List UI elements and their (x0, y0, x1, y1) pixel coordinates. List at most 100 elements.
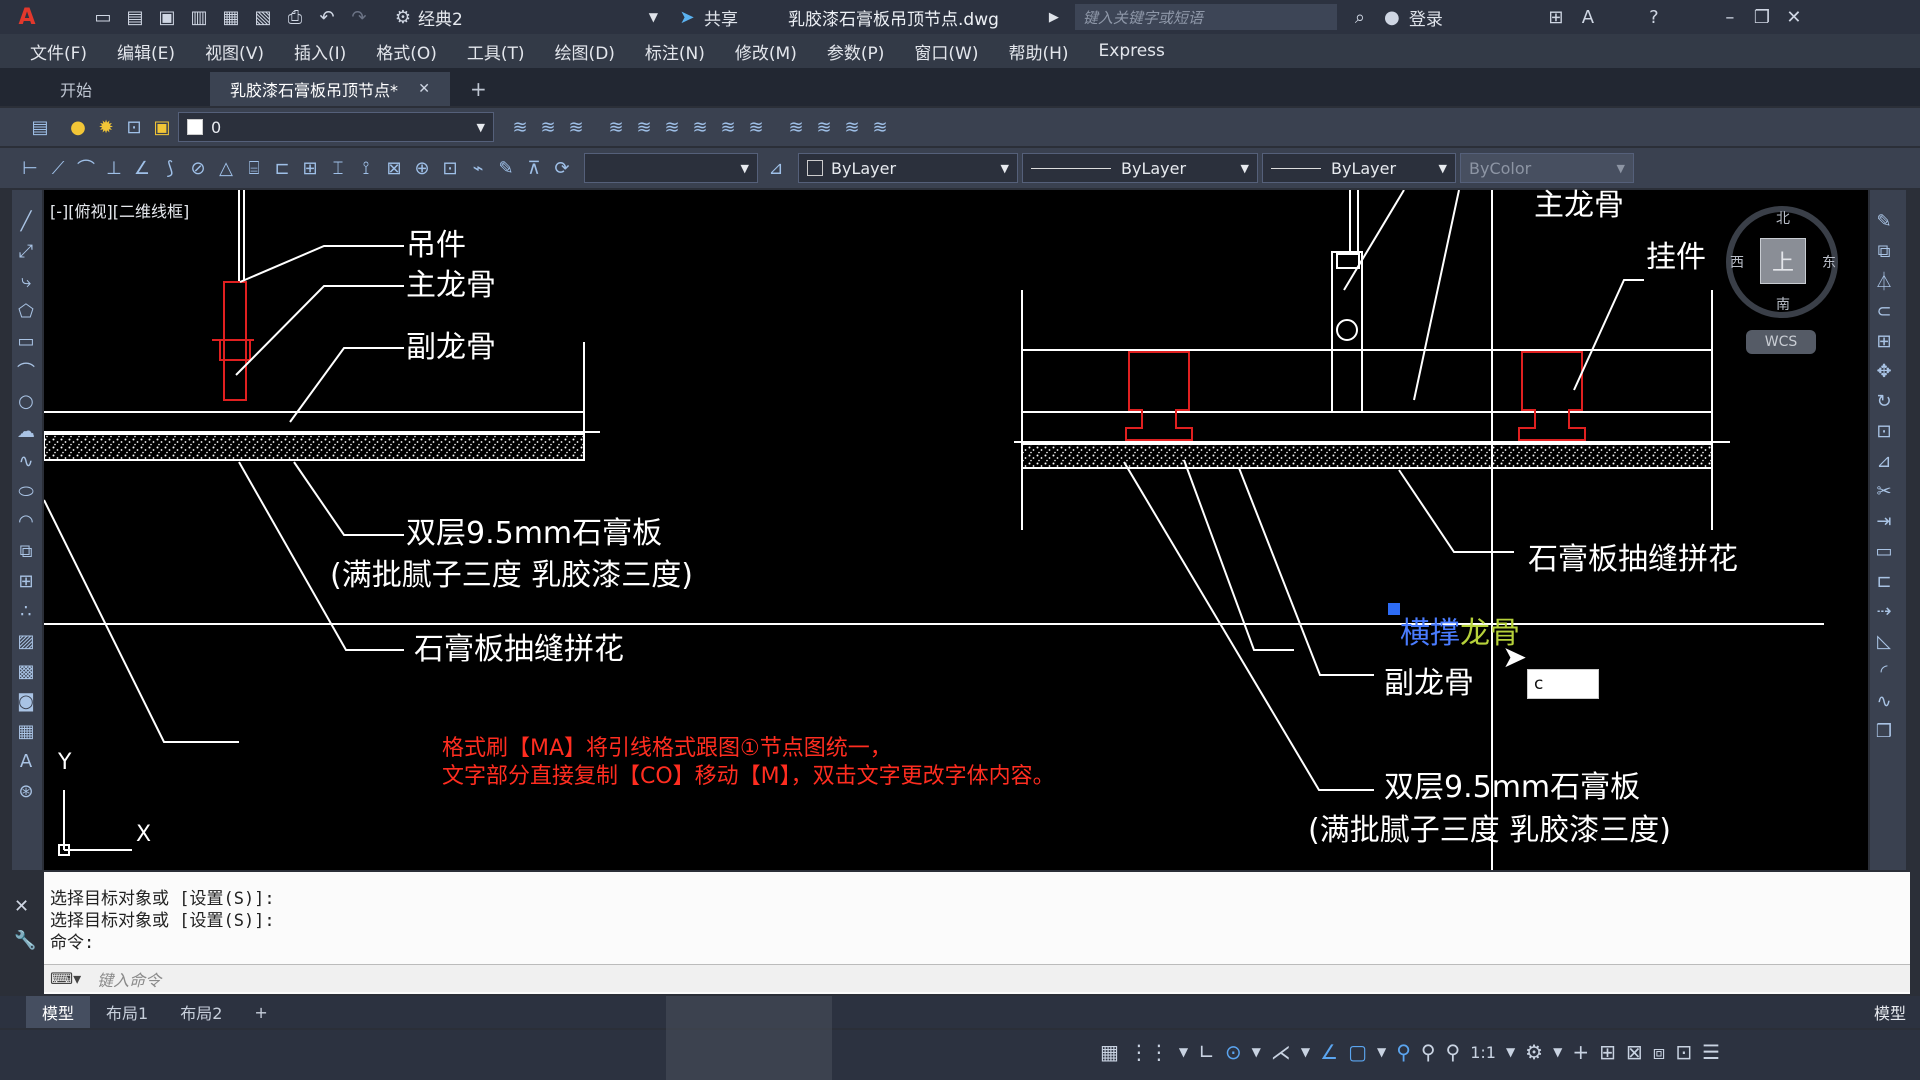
space-icon[interactable]: ⌶ (324, 154, 352, 182)
label-board-right[interactable]: 双层9.5mm石膏板 (1384, 762, 1640, 806)
menu-edit[interactable]: 编辑(E) (117, 39, 175, 64)
command-close-icon[interactable]: ✕ (14, 896, 29, 917)
scale-label[interactable]: 1:1 (1470, 1043, 1496, 1062)
autodesk-a-icon[interactable]: A (1575, 4, 1601, 30)
polyline-icon[interactable]: ⤷ (12, 266, 40, 296)
layer-match-icon[interactable]: ≋ (534, 113, 562, 141)
clean-screen-icon[interactable]: ⧈ (1653, 1040, 1666, 1064)
layer-dropdown[interactable]: 0 ▼ (178, 112, 494, 142)
add-layout-button[interactable]: + (238, 1003, 283, 1022)
lightbulb-icon[interactable]: ● (64, 113, 92, 141)
snap-icon[interactable]: ⋮⋮ (1129, 1040, 1169, 1064)
extend-icon[interactable]: ⇥ (1870, 506, 1898, 536)
minimize-icon[interactable]: – (1717, 4, 1743, 30)
hatch-icon[interactable]: ▨ (12, 626, 40, 656)
dim-style-dropdown[interactable]: ▼ (584, 153, 758, 183)
gear-icon[interactable]: ⚙ (390, 4, 416, 30)
menu-express[interactable]: Express (1099, 41, 1165, 61)
layer-unisolate-icon[interactable]: ≋ (630, 113, 658, 141)
label-main-keel-right[interactable]: 主龙骨 (1534, 180, 1624, 224)
insert-block-icon[interactable]: ⧉ (12, 536, 40, 566)
linetype-dropdown[interactable]: ByLayer ▼ (1022, 153, 1258, 183)
new-tab-button[interactable]: + (450, 72, 507, 106)
gradient-icon[interactable]: ▩ (12, 656, 40, 686)
dim-style-icon[interactable]: ⊿ (762, 154, 790, 182)
isodraft-icon[interactable]: ⋌ (1271, 1040, 1291, 1064)
menu-tools[interactable]: 工具(T) (467, 39, 525, 64)
polar-icon[interactable]: ⊙ (1225, 1040, 1242, 1064)
menu-modify[interactable]: 修改(M) (735, 39, 797, 64)
aligned-dim-icon[interactable]: ⟋ (44, 154, 72, 182)
layer-properties-icon[interactable]: ▤ (26, 113, 54, 141)
stretch-icon[interactable]: ⊿ (1870, 446, 1898, 476)
arc-icon[interactable]: ⌒ (12, 356, 40, 386)
layer-freeze2-icon[interactable]: ≋ (686, 113, 714, 141)
construction-line-icon[interactable]: ⤢ (12, 236, 40, 266)
fullscreen-icon[interactable]: ⊡ (1675, 1040, 1692, 1064)
continue-icon[interactable]: ⊞ (296, 154, 324, 182)
compass-east[interactable]: 东 (1822, 252, 1836, 272)
revision-cloud-icon[interactable]: ☁ (12, 416, 40, 446)
mirror-icon[interactable]: ⏃ (1870, 266, 1898, 296)
command-input[interactable]: ⌨▾ 键入命令 (44, 964, 1910, 992)
menu-file[interactable]: 文件(F) (30, 39, 87, 64)
model-space-label[interactable]: 模型 (1874, 1000, 1906, 1024)
dim-update-icon[interactable]: ⟳ (548, 154, 576, 182)
cart-icon[interactable]: ⊞ (1543, 4, 1569, 30)
offset-icon[interactable]: ⊂ (1870, 296, 1898, 326)
menu-parameter[interactable]: 参数(P) (827, 39, 885, 64)
ellipse-icon[interactable]: ⬭ (12, 476, 40, 506)
hardware-accel-icon[interactable]: ⊠ (1626, 1040, 1643, 1064)
color-dropdown[interactable]: ByLayer ▼ (798, 153, 1018, 183)
layer-walk-icon[interactable]: ≋ (782, 113, 810, 141)
tab-model[interactable]: 模型 (26, 996, 91, 1028)
lineweight-dropdown[interactable]: ByLayer ▼ (1262, 153, 1456, 183)
center-mark-icon[interactable]: ⊕ (408, 154, 436, 182)
chevron-down-icon[interactable]: ▼ (1252, 1045, 1261, 1059)
label-joint-right[interactable]: 石膏板抽缝拼花 (1528, 534, 1738, 578)
workspace-gear-icon[interactable]: ⚙ (1525, 1040, 1543, 1064)
help-icon[interactable]: ? (1641, 4, 1667, 30)
drawing-canvas[interactable]: [-][俯视][二维线框] 吊件 主龙骨 副龙骨 双层9.5mm石膏板 (满批腻… (44, 188, 1868, 870)
chevron-down-icon[interactable]: ▼ (1179, 1045, 1188, 1059)
layer-off-icon[interactable]: ≋ (658, 113, 686, 141)
user-icon[interactable]: ● (1379, 4, 1405, 30)
label-main-keel-left[interactable]: 主龙骨 (406, 260, 496, 304)
menu-draw[interactable]: 绘图(D) (555, 39, 615, 64)
make-current-icon[interactable]: ≋ (506, 113, 534, 141)
layer-freeze-icon[interactable]: ⊡ (120, 113, 148, 141)
plot-icon[interactable]: ▦ (218, 4, 244, 30)
baseline-icon[interactable]: ⊏ (268, 154, 296, 182)
dim-text-edit-icon[interactable]: ⊼ (520, 154, 548, 182)
layer-delete-icon[interactable]: ≋ (838, 113, 866, 141)
restore-icon[interactable]: ❐ (1749, 4, 1775, 30)
command-customize-icon[interactable]: 🔧 (14, 930, 36, 951)
share-icon[interactable]: ➤ (674, 4, 700, 30)
label-sub-keel-right[interactable]: 副龙骨 (1384, 658, 1474, 702)
menu-dimension[interactable]: 标注(N) (645, 39, 705, 64)
ordinate-icon[interactable]: ⊥ (100, 154, 128, 182)
table-icon[interactable]: ▦ (12, 716, 40, 746)
label-board-left[interactable]: 双层9.5mm石膏板 (406, 508, 662, 552)
line-icon[interactable]: ╱ (12, 206, 40, 236)
layer-previous-icon[interactable]: ≋ (562, 113, 590, 141)
scale-icon[interactable]: ⊡ (1870, 416, 1898, 446)
redo-icon[interactable]: ↷ (346, 4, 372, 30)
move-icon[interactable]: ✥ (1870, 356, 1898, 386)
label-finish-right[interactable]: (满批腻子三度 乳胶漆三度) (1308, 805, 1671, 849)
erase-icon[interactable]: ✎ (1870, 206, 1898, 236)
ellipse-arc-icon[interactable]: ◠ (12, 506, 40, 536)
rotate-icon[interactable]: ↻ (1870, 386, 1898, 416)
angular-icon[interactable]: △ (212, 154, 240, 182)
tolerance-icon[interactable]: ⊠ (380, 154, 408, 182)
radius-icon[interactable]: ∠ (128, 154, 156, 182)
view-cube[interactable]: 北 南 西 东 上 (1726, 206, 1838, 318)
label-joint-left[interactable]: 石膏板抽缝拼花 (414, 624, 624, 668)
customize-menu-icon[interactable]: ☰ (1702, 1040, 1720, 1064)
tab-drawing[interactable]: 乳胶漆石膏板吊顶节点* ✕ (210, 72, 450, 106)
annotation-scale-icon[interactable]: ⚲ (1446, 1040, 1461, 1064)
view-cube-top-face[interactable]: 上 (1760, 238, 1806, 284)
wcs-button[interactable]: WCS (1746, 330, 1816, 354)
tab-layout1[interactable]: 布局1 (90, 1000, 164, 1024)
break-icon[interactable]: ⟟ (352, 154, 380, 182)
